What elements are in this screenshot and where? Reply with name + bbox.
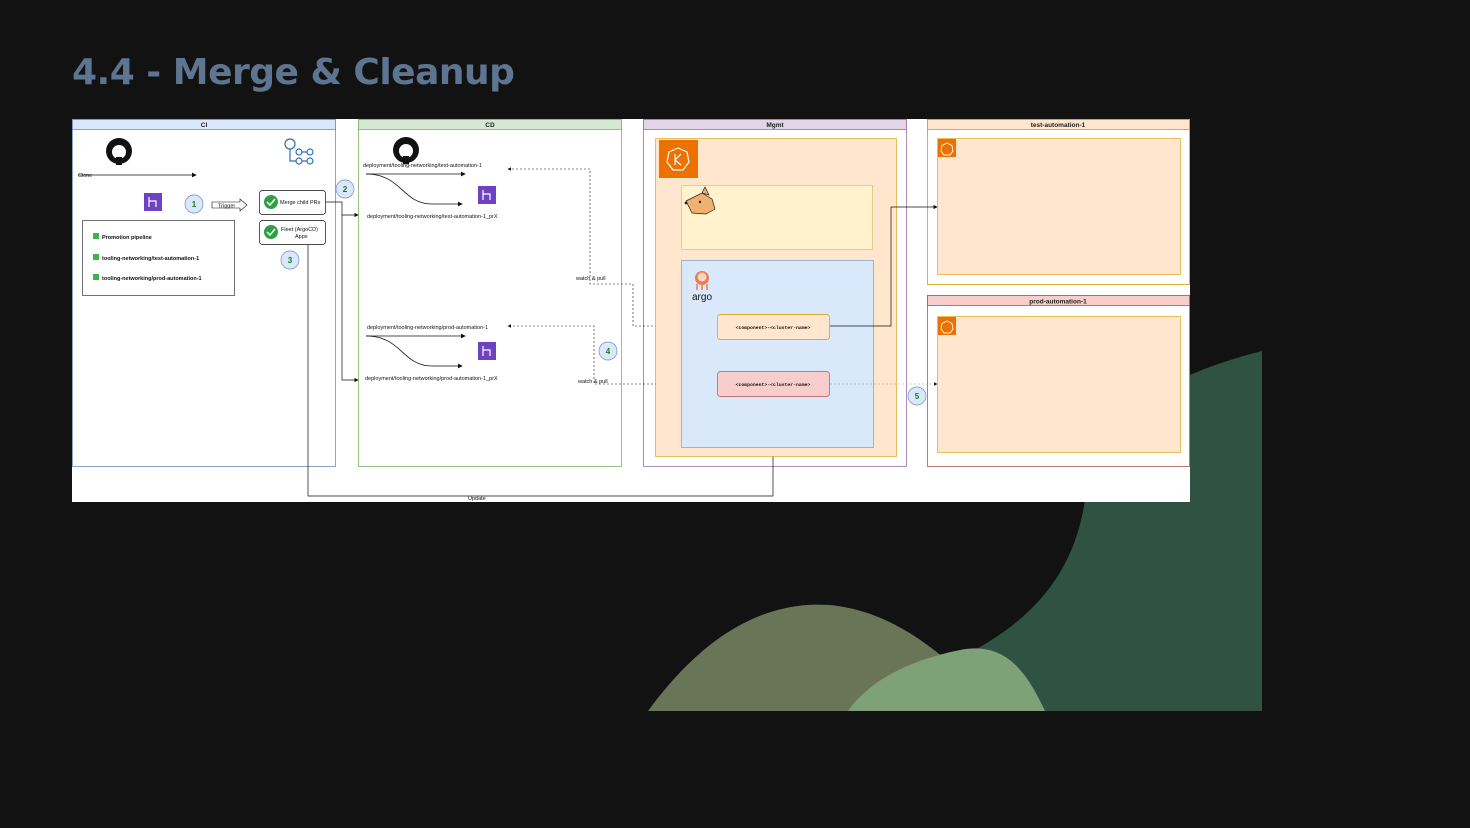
lane-mgmt-label: Mgmt: [766, 122, 784, 129]
argo-box: [681, 260, 874, 448]
lane-cd: CD: [358, 119, 622, 467]
lane-ci-label: CI: [201, 122, 208, 129]
architecture-diagram: CI CD Mgmt test-automation-1 prod-automa…: [72, 119, 1190, 502]
argo-app-prod: <component>-<cluster-name>: [717, 371, 830, 397]
fleet-apps-label-line1: Fleet (ArgoCD): [281, 227, 318, 233]
watch-pull-prod-label: watch & pull: [577, 379, 608, 385]
step-badge-5: 5: [907, 386, 927, 406]
checklist-item-3: tooling-networking/prod-automation-1: [102, 276, 202, 282]
pull-request-icon-cd-test: [478, 186, 496, 204]
lane-cd-label: CD: [485, 122, 495, 129]
svg-text:2: 2: [343, 185, 348, 194]
merge-child-prs-label: Merge child PRs: [280, 200, 321, 206]
step-badge-3: 3: [280, 250, 300, 270]
svg-text:1: 1: [192, 200, 197, 209]
checklist-box: Promotion pipeline tooling-networking/te…: [82, 220, 235, 296]
clone-label: Clone: [78, 173, 92, 179]
eks-icon-test: [938, 139, 956, 157]
flux-box: [681, 185, 873, 250]
merge-child-prs-box: Merge child PRs: [259, 190, 326, 215]
cd-test-branch-b: deployment/tooling-networking/test-autom…: [367, 214, 498, 220]
fleet-apps-label-line2: Apps: [295, 234, 308, 240]
svg-text:5: 5: [915, 392, 920, 401]
cd-test-branch-a: deployment/tooling-networking/test-autom…: [363, 163, 482, 169]
svg-text:4: 4: [606, 347, 611, 356]
argo-label: argo: [692, 292, 712, 303]
test-cluster: [937, 138, 1181, 275]
step-badge-4: 4: [598, 341, 618, 361]
lane-prod-label: prod-automation-1: [1029, 299, 1087, 306]
svg-text:3: 3: [288, 256, 293, 265]
prod-cluster: [937, 316, 1181, 453]
pull-request-icon-cd-prod: [478, 342, 496, 360]
eks-icon-prod: [938, 317, 956, 335]
argo-app-test: <component>-<cluster-name>: [717, 314, 830, 340]
fleet-apps-box: Fleet (ArgoCD) Apps: [259, 220, 326, 245]
svg-text:<component>-<cluster-name>: <component>-<cluster-name>: [736, 382, 811, 388]
cd-prod-branch-a: deployment/tooling-networking/prod-autom…: [367, 325, 488, 331]
watch-pull-test-label: watch & pull: [575, 276, 606, 282]
lane-test-label: test-automation-1: [1031, 122, 1086, 129]
cd-prod-branch-b: deployment/tooling-networking/prod-autom…: [365, 376, 498, 382]
step-badge-1: 1: [184, 194, 204, 214]
step-badge-2: 2: [335, 179, 355, 199]
pull-request-icon-ci: [144, 193, 162, 211]
svg-text:<component>-<cluster-name>: <component>-<cluster-name>: [736, 325, 811, 331]
update-label: Update: [468, 496, 486, 502]
checklist-item-1: Promotion pipeline: [102, 235, 152, 241]
checklist-item-2: tooling-networking/test-automation-1: [102, 256, 199, 262]
trigger-label: Trigger: [218, 204, 235, 210]
kubernetes-icon: [659, 140, 698, 178]
